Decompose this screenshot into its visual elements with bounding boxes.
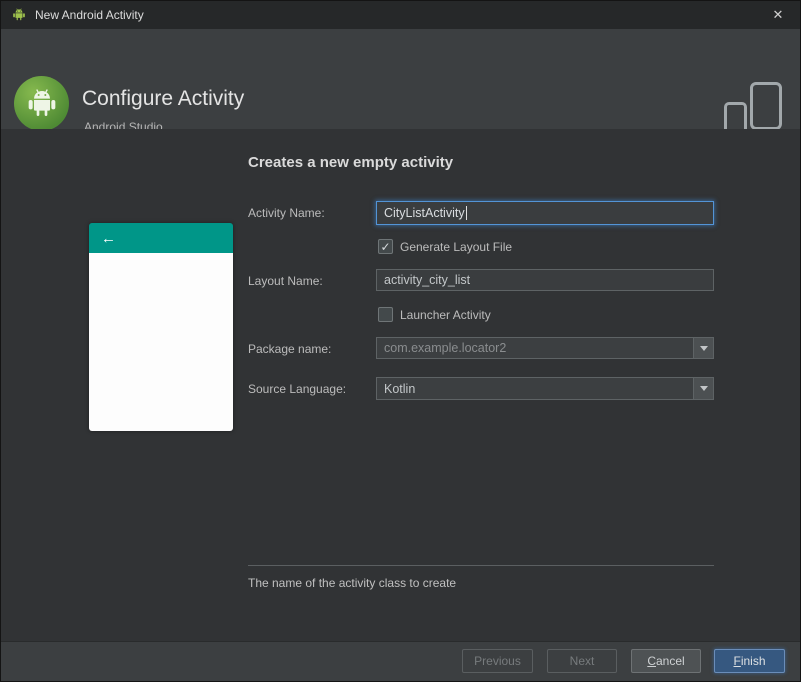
activity-name-label: Activity Name: <box>248 206 325 220</box>
android-studio-logo <box>14 76 69 131</box>
previous-button-label: Previous <box>474 654 521 668</box>
package-name-label: Package name: <box>248 342 332 356</box>
layout-name-label: Layout Name: <box>248 274 323 288</box>
source-language-value: Kotlin <box>384 381 416 396</box>
next-button-label: Next <box>569 654 595 668</box>
finish-button[interactable]: Finish <box>714 649 785 673</box>
android-robot-icon <box>11 7 27 23</box>
new-android-activity-dialog: New Android Activity ✕ Configure Activit… <box>0 0 801 682</box>
titlebar: New Android Activity ✕ <box>1 1 800 29</box>
finish-button-label: Finish <box>733 654 766 668</box>
launcher-activity-label: Launcher Activity <box>400 307 491 322</box>
wizard-header: Configure Activity Android Studio <box>1 29 800 138</box>
next-button[interactable]: Next <box>547 649 617 673</box>
generate-layout-label: Generate Layout File <box>400 239 513 254</box>
form-heading: Creates a new empty activity <box>248 154 454 171</box>
dropdown-arrow-icon <box>699 386 708 391</box>
check-mark-icon: ✓ <box>380 239 391 254</box>
preview-app-bar: ← <box>89 223 233 253</box>
activity-preview-thumbnail: ← <box>89 223 233 431</box>
checkbox-checked-icon[interactable]: ✓ <box>378 239 393 254</box>
cancel-button[interactable]: Cancel <box>631 649 701 673</box>
cancel-button-label: Cancel <box>647 654 685 668</box>
back-arrow-icon: ← <box>101 229 116 247</box>
source-language-label: Source Language: <box>248 382 347 396</box>
hint-text: The name of the activity class to create <box>248 576 457 590</box>
text-caret <box>465 206 467 220</box>
activity-name-value: CityListActivity <box>384 206 465 220</box>
tablet-outline-icon <box>750 82 782 130</box>
window-title: New Android Activity <box>35 8 144 22</box>
layout-name-input[interactable]: activity_city_list <box>376 269 714 291</box>
close-icon[interactable]: ✕ <box>766 7 790 23</box>
activity-name-input[interactable]: CityListActivity <box>376 201 714 225</box>
launcher-activity-checkbox[interactable]: Launcher Activity <box>378 307 491 322</box>
package-name-combobox[interactable]: com.example.locator2 <box>376 337 714 359</box>
preview-body <box>89 253 233 431</box>
source-language-combobox[interactable]: Kotlin <box>376 377 714 400</box>
layout-name-value: activity_city_list <box>384 273 471 287</box>
dropdown-arrow-icon <box>699 345 708 351</box>
package-name-value: com.example.locator2 <box>384 341 507 355</box>
hint-divider <box>248 565 714 566</box>
page-title: Configure Activity <box>82 87 245 110</box>
checkbox-unchecked-icon[interactable] <box>378 307 393 322</box>
dropdown-arrow-button[interactable] <box>693 378 713 399</box>
previous-button[interactable]: Previous <box>462 649 533 673</box>
button-bar: Previous Next Cancel Finish <box>1 641 800 681</box>
generate-layout-checkbox[interactable]: ✓ Generate Layout File <box>378 239 512 254</box>
dropdown-arrow-button[interactable] <box>693 338 713 358</box>
